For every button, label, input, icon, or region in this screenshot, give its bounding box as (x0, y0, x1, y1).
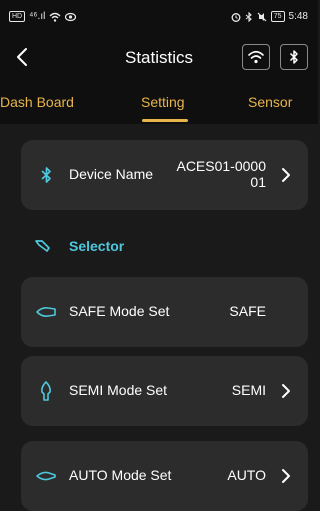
wifi-status-icon (49, 12, 61, 22)
mute-icon (257, 12, 267, 21)
bluetooth-icon (35, 164, 57, 186)
safe-mode-label: SAFE Mode Set (69, 303, 170, 319)
device-name-value: ACES01-0000 01 (176, 158, 266, 190)
tab-dash-board[interactable]: Dash Board (0, 94, 74, 110)
app-header: Statistics (0, 32, 318, 82)
auto-mode-row[interactable]: AUTO Mode Set AUTO (21, 441, 308, 511)
selector-label: Selector (69, 238, 125, 254)
status-bar: HD ⁴⁶.ıl 75 5:48 (0, 0, 318, 32)
auto-mode-value: AUTO (227, 467, 266, 483)
battery-icon: 75 (270, 11, 285, 22)
active-tab-indicator (142, 119, 188, 122)
auto-mode-icon (35, 465, 57, 487)
chevron-right-icon (278, 380, 294, 402)
device-name-value-line2: 01 (250, 174, 266, 190)
semi-mode-value: SEMI (231, 382, 266, 398)
tab-sensor[interactable]: Sensor (248, 94, 292, 110)
tab-setting[interactable]: Setting (141, 94, 185, 110)
hd-badge: HD (9, 11, 26, 22)
tab-bar: Dash Board Setting Sensor (0, 82, 318, 124)
bluetooth-icon (289, 50, 298, 64)
auto-mode-label: AUTO Mode Set (69, 467, 172, 483)
device-name-value-line1: ACES01-0000 (176, 158, 266, 174)
page-title: Statistics (124, 48, 194, 67)
alarm-icon (231, 12, 241, 22)
wifi-icon (248, 50, 264, 64)
bluetooth-button[interactable] (280, 44, 308, 70)
status-time: 5:48 (288, 11, 308, 22)
wifi-button[interactable] (242, 44, 270, 70)
location-icon (65, 12, 77, 21)
bluetooth-status-icon (245, 11, 252, 22)
semi-mode-row[interactable]: SEMI Mode Set SEMI (21, 356, 308, 426)
status-right: 75 5:48 (231, 11, 308, 22)
semi-mode-label: SEMI Mode Set (69, 382, 168, 398)
status-left: HD ⁴⁶.ıl (9, 11, 77, 22)
chevron-right-icon (278, 164, 294, 186)
device-name-label: Device Name (69, 166, 154, 182)
signal-icon: ⁴⁶.ıl (29, 11, 46, 22)
chevron-right-icon (278, 465, 294, 487)
safe-mode-icon (35, 301, 57, 323)
device-name-row[interactable]: Device Name ACES01-0000 01 (21, 140, 308, 210)
selector-icon (35, 240, 50, 252)
safe-mode-row[interactable]: SAFE Mode Set SAFE (21, 277, 308, 347)
safe-mode-value: SAFE (229, 303, 266, 319)
semi-mode-icon (35, 380, 57, 402)
